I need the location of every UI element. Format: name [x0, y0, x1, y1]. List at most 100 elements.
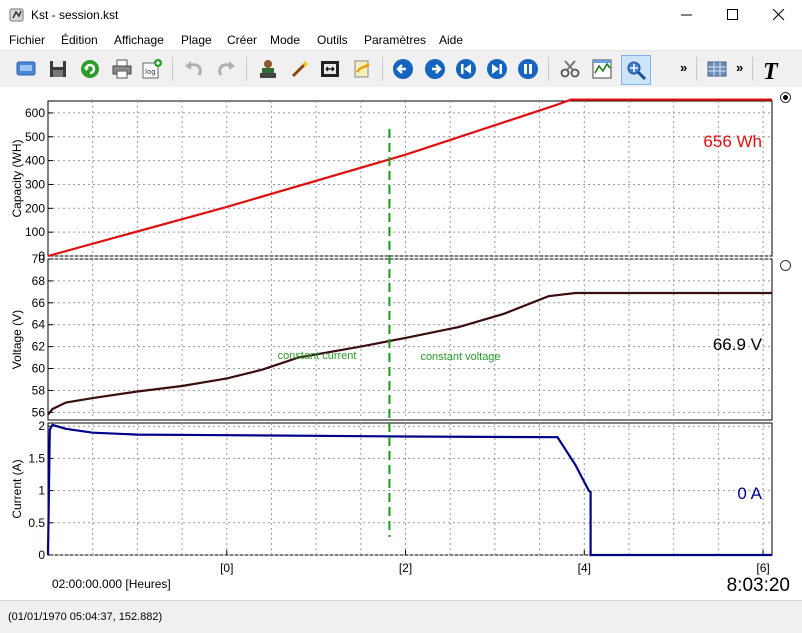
data-mode-button[interactable] [621, 55, 651, 85]
voltage-y-axis-label: Voltage (V) [10, 310, 24, 369]
data-manager-icon [260, 60, 276, 78]
menu-edition[interactable]: Édition [61, 33, 98, 47]
crosshair-magnifier-icon [627, 61, 647, 81]
film-range-icon [321, 61, 339, 77]
menu-aide[interactable]: Aide [439, 33, 463, 47]
read-from-start-button[interactable] [452, 55, 480, 83]
redo-icon [218, 61, 235, 76]
voltage-y-tick-label: 62 [32, 340, 46, 354]
scissors-icon [560, 60, 580, 78]
change-data-range-button[interactable] [316, 55, 344, 83]
clock-readout: 8:03:20 [727, 575, 790, 596]
toolbar-separator [548, 57, 549, 81]
constant-voltage-annotation: constant voltage [420, 351, 500, 363]
menu-bar: Fichier Édition Affichage Plage Créer Mo… [0, 30, 802, 50]
forward-button[interactable] [421, 55, 449, 83]
capacity-plot-frame[interactable] [47, 100, 773, 257]
maximize-button[interactable] [710, 0, 756, 30]
current-y-tick-label: 2 [38, 419, 45, 433]
monitor-icon [16, 61, 36, 76]
minimize-icon [681, 14, 692, 16]
arrow-left-icon [393, 59, 413, 79]
capacity-y-tick-label: 400 [25, 154, 45, 168]
voltage-y-tick-label: 64 [32, 318, 46, 332]
print-button[interactable] [108, 55, 136, 83]
voltage-y-tick-label: 60 [32, 362, 46, 376]
voltage-y-tick-label: 66 [32, 296, 46, 310]
toolbar-separator [382, 57, 383, 81]
save-icon [50, 61, 66, 77]
current-y-tick-label: 0 [38, 548, 45, 562]
current-y-tick-label: 1.5 [28, 451, 45, 465]
window-title: Kst - session.kst [31, 8, 119, 22]
voltage-y-tick-label: 56 [32, 405, 46, 419]
menu-affichage[interactable]: Affichage [114, 33, 164, 47]
print-screen-button[interactable] [12, 55, 40, 83]
current-plot-frame[interactable] [47, 422, 773, 556]
current-y-tick-label: 0.5 [28, 516, 45, 530]
undo-button[interactable] [180, 55, 208, 83]
voltage-y-tick-label: 70 [32, 252, 46, 266]
current-readout: 0 A [737, 484, 762, 503]
current-y-axis-label: Current (A) [10, 459, 24, 518]
pause-icon [518, 59, 538, 79]
minimize-button[interactable] [664, 0, 710, 30]
menu-mode[interactable]: Mode [270, 33, 300, 47]
plot-view[interactable]: 0 100 200 300 400 500 600 Capacity (WH) 656 Wh 56… [0, 87, 802, 600]
x-tick-label: [0] [220, 561, 233, 575]
voltage-y-tick-label: 68 [32, 274, 46, 288]
layout-mode-button[interactable] [556, 55, 584, 83]
back-button[interactable] [389, 55, 417, 83]
tab-radio[interactable] [780, 260, 791, 271]
menu-outils[interactable]: Outils [317, 33, 348, 47]
menu-parametres[interactable]: Paramètres [364, 33, 426, 47]
close-button[interactable] [756, 0, 802, 30]
svg-text:T: T [763, 59, 779, 82]
capacity-y-axis-label: Capacity (WH) [10, 139, 24, 217]
pause-button[interactable] [514, 55, 542, 83]
menu-creer[interactable]: Créer [227, 33, 257, 47]
tabs-button[interactable] [703, 55, 731, 83]
capacity-y-tick-label: 200 [25, 201, 45, 215]
printer-icon [112, 59, 132, 79]
toolbar-separator [696, 57, 697, 81]
change-file-icon [354, 60, 370, 78]
data-wizard-button[interactable] [286, 55, 314, 83]
save-button[interactable] [44, 55, 72, 83]
menu-fichier[interactable]: Fichier [9, 33, 45, 47]
reload-button[interactable] [76, 55, 104, 83]
x-tick-label: [4] [578, 561, 591, 575]
skip-back-icon [456, 59, 476, 79]
plot-zoom-icon [592, 59, 612, 79]
redo-button[interactable] [212, 55, 240, 83]
toolbar-separator [172, 57, 173, 81]
tab-radio-selected[interactable] [780, 92, 791, 103]
menu-plage[interactable]: Plage [181, 33, 212, 47]
cursor-position-readout: (01/01/1970 05:04:37, 152.882) [8, 611, 163, 623]
log-icon: log [142, 59, 162, 79]
read-to-end-button[interactable] [483, 55, 511, 83]
voltage-readout: 66.9 V [713, 335, 763, 354]
x-tick-label: [2] [399, 561, 412, 575]
svg-text:log: log [145, 68, 156, 76]
plots-canvas[interactable]: 0 100 200 300 400 500 600 Capacity (WH) 656 Wh 56… [0, 87, 802, 600]
toolbar-overflow-button[interactable]: » [680, 60, 687, 75]
maximize-icon [727, 9, 738, 20]
capacity-y-tick-label: 600 [25, 106, 45, 120]
data-manager-button[interactable] [254, 55, 282, 83]
refresh-icon [81, 60, 99, 78]
undo-icon [185, 61, 202, 76]
create-label-button[interactable]: T [758, 55, 786, 83]
zoom-mode-button[interactable] [588, 55, 616, 83]
debug-log-button[interactable]: log [138, 55, 166, 83]
toolbar-separator [752, 57, 753, 81]
arrow-right-icon [425, 59, 445, 79]
change-file-button[interactable] [348, 55, 376, 83]
capacity-readout: 656 Wh [703, 132, 762, 151]
voltage-y-tick-label: 58 [32, 383, 46, 397]
capacity-y-tick-label: 300 [25, 177, 45, 191]
time-axis-label: 02:00:00.000 [Heures] [52, 577, 171, 591]
capacity-y-tick-label: 100 [25, 225, 45, 239]
toolbar-overflow-button-2[interactable]: » [736, 60, 743, 75]
voltage-plot-frame[interactable] [47, 258, 773, 421]
